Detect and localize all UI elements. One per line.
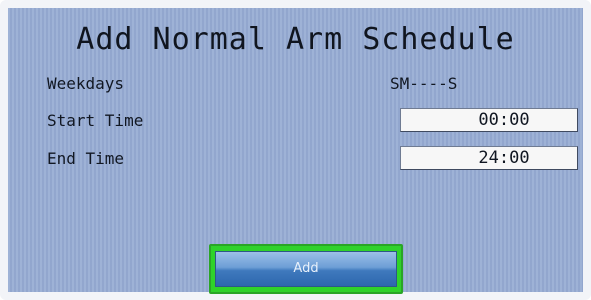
end-time-field[interactable]: 24:00 [400,146,578,170]
weekdays-selector[interactable]: SM----S [390,74,457,93]
end-time-label: End Time [47,149,125,168]
add-button[interactable]: Add [215,251,397,287]
weekdays-label: Weekdays [47,74,125,93]
start-time-label: Start Time [47,111,144,130]
dialog-title: Add Normal Arm Schedule [76,22,515,57]
start-time-field[interactable]: 00:00 [400,108,578,132]
schedule-dialog: Add Normal Arm Schedule Weekdays SM----S… [8,8,583,294]
